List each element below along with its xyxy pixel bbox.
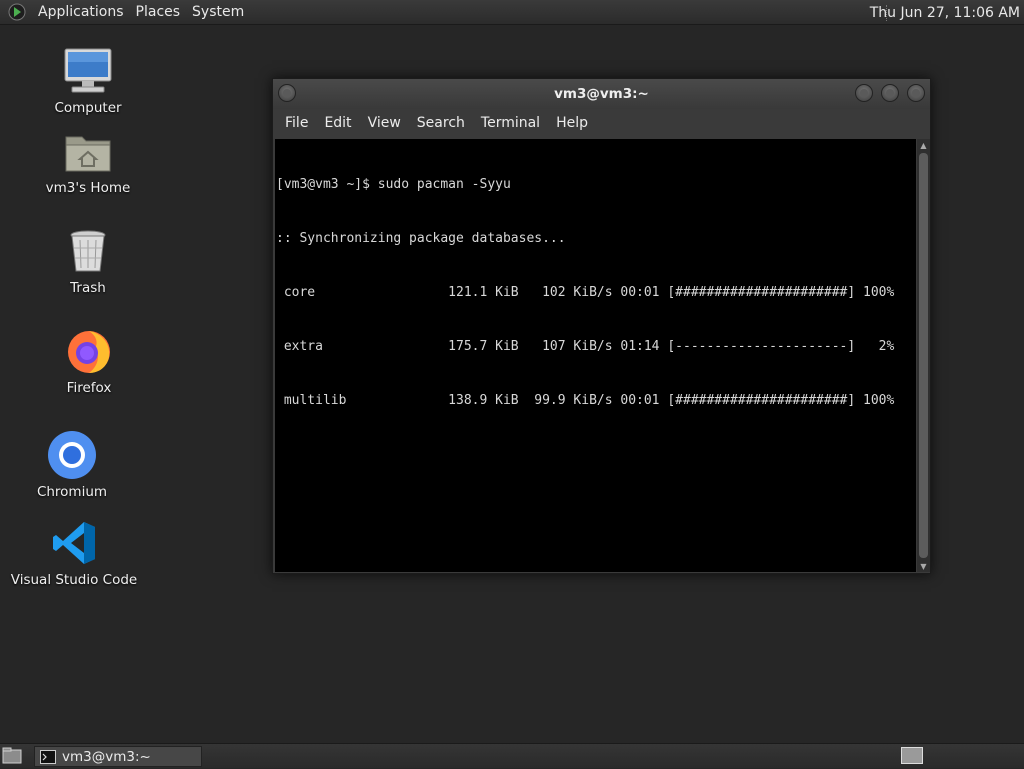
terminal-line: :: Synchronizing package databases... xyxy=(276,231,566,246)
maximize-button[interactable] xyxy=(881,84,899,102)
desktop-icon-label: Chromium xyxy=(36,484,108,500)
terminal-icon xyxy=(40,749,56,764)
desktop-icon-trash[interactable]: Trash xyxy=(23,225,153,296)
window-menu-button[interactable] xyxy=(278,84,296,102)
terminal-menubar: File Edit View Search Terminal Help xyxy=(273,109,930,137)
menu-edit[interactable]: Edit xyxy=(316,115,359,131)
desktop-icon-label: Firefox xyxy=(66,380,112,396)
terminal-line: [vm3@vm3 ~]$ sudo pacman -Syyu xyxy=(276,177,511,192)
workspace-switcher[interactable] xyxy=(901,747,923,764)
menu-file[interactable]: File xyxy=(277,115,316,131)
desktop-icon-label: Computer xyxy=(54,100,122,116)
clock[interactable]: Thu Jun 27, 11:06 AM xyxy=(870,0,1020,25)
terminal-line: extra 175.7 KiB 107 KiB/s 01:14 [-------… xyxy=(276,339,895,354)
menu-terminal[interactable]: Terminal xyxy=(473,115,548,131)
terminal-window[interactable]: vm3@vm3:~ File Edit View Search Terminal… xyxy=(272,78,931,574)
taskbar-window-button[interactable]: vm3@vm3:~ xyxy=(34,746,202,767)
computer-icon xyxy=(62,45,114,97)
places-menu[interactable]: Places xyxy=(130,4,187,20)
scroll-up-icon[interactable]: ▲ xyxy=(917,139,930,151)
taskbar-window-label: vm3@vm3:~ xyxy=(62,748,151,765)
firefox-icon xyxy=(63,325,115,377)
desktop-icon-computer[interactable]: Computer xyxy=(23,45,153,116)
bottom-panel: vm3@vm3:~ xyxy=(0,743,1024,768)
top-panel: Applications Places System Thu Jun 27, 1… xyxy=(0,0,1024,25)
trash-icon xyxy=(62,225,114,277)
terminal-line: multilib 138.9 KiB 99.9 KiB/s 00:01 [###… xyxy=(276,393,895,408)
chromium-icon xyxy=(46,429,98,481)
vscode-icon xyxy=(48,517,100,569)
close-button[interactable] xyxy=(907,84,925,102)
system-menu[interactable]: System xyxy=(186,4,250,20)
terminal-scrollbar[interactable]: ▲ ▼ xyxy=(917,139,930,572)
desktop-icon-vscode[interactable]: Visual Studio Code xyxy=(9,517,139,588)
menu-view[interactable]: View xyxy=(360,115,409,131)
show-desktop-icon[interactable] xyxy=(2,747,22,765)
terminal-output[interactable]: [vm3@vm3 ~]$ sudo pacman -Syyu :: Synchr… xyxy=(275,139,916,572)
desktop-icon-chromium[interactable]: Chromium xyxy=(7,429,137,500)
window-title: vm3@vm3:~ xyxy=(554,86,649,102)
desktop-icon-home[interactable]: vm3's Home xyxy=(23,125,153,196)
window-titlebar[interactable]: vm3@vm3:~ xyxy=(273,79,930,109)
minimize-button[interactable] xyxy=(855,84,873,102)
menu-search[interactable]: Search xyxy=(409,115,473,131)
desktop-icon-label: vm3's Home xyxy=(45,180,131,196)
terminal-line: core 121.1 KiB 102 KiB/s 00:01 [########… xyxy=(276,285,895,300)
menu-help[interactable]: Help xyxy=(548,115,596,131)
desktop-icon-label: Visual Studio Code xyxy=(10,572,138,588)
scroll-down-icon[interactable]: ▼ xyxy=(917,560,930,572)
scrollbar-thumb[interactable] xyxy=(919,153,928,558)
desktop-icon-firefox[interactable]: Firefox xyxy=(24,325,154,396)
home-folder-icon xyxy=(62,125,114,177)
applications-menu[interactable]: Applications xyxy=(32,4,130,20)
main-menu-logo-icon[interactable] xyxy=(8,3,26,21)
desktop-icon-label: Trash xyxy=(70,280,106,296)
